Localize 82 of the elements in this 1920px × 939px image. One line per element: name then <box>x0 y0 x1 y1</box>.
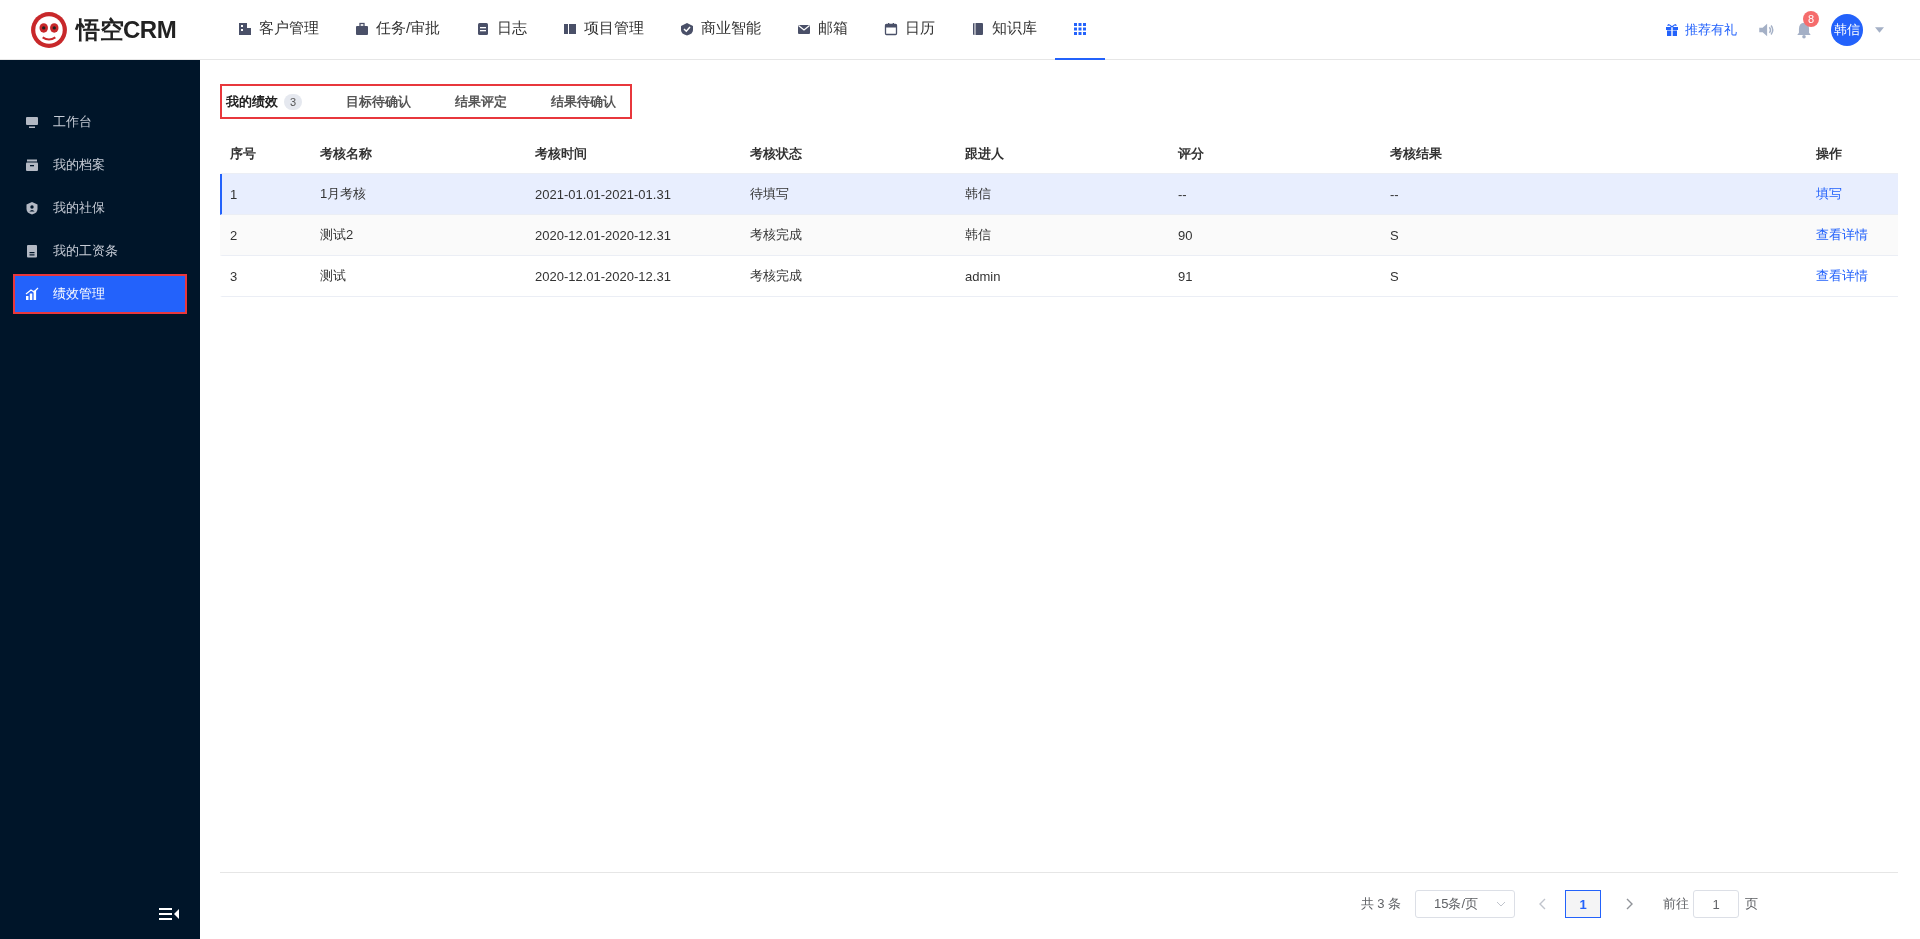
nav-tab[interactable]: 日志 <box>458 0 546 60</box>
table-cell-text: 考核完成 <box>749 226 803 244</box>
board-icon <box>563 21 578 36</box>
table-cell-text: 待填写 <box>749 185 790 203</box>
table-cell-text: 91 <box>1177 268 1194 284</box>
user-avatar[interactable]: 韩信 <box>1831 13 1863 46</box>
nav-tab[interactable]: 商业智能 <box>662 0 780 60</box>
table-cell-text: 韩信 <box>964 226 992 244</box>
bar-chart-icon <box>25 287 39 301</box>
nav-tab[interactable]: 任务/审批 <box>337 0 459 60</box>
column-header: 评分 <box>1177 145 1205 163</box>
tab[interactable]: 目标待确认 <box>342 92 416 111</box>
table-cell-text: 90 <box>1177 227 1194 243</box>
nav-tab[interactable]: 日历 <box>866 0 954 60</box>
building-icon <box>238 21 252 36</box>
nav-tab[interactable]: 邮箱 <box>779 0 867 60</box>
table-cell-text: 2 <box>229 227 239 243</box>
sidebar-item[interactable]: 我的社保 <box>13 188 187 228</box>
apps-grid-icon <box>1073 21 1088 36</box>
goto-label: 前往 <box>1663 895 1689 913</box>
column-header: 考核结果 <box>1389 145 1443 163</box>
action-link[interactable]: 查看详情 <box>1808 226 1898 244</box>
action-link[interactable]: 查看详情 <box>1808 267 1898 285</box>
table-row[interactable]: 3 测试 2020-12.01-2020-12.31 考核完成 admin 91 S 查看详情 <box>220 256 1898 297</box>
briefcase-icon <box>355 21 369 36</box>
column-header: 考核状态 <box>749 145 803 163</box>
table-cell-text: admin <box>964 268 1002 284</box>
column-header: 序号 <box>229 145 257 163</box>
nav-tab[interactable]: 知识库 <box>953 0 1056 60</box>
table-cell-text: 考核完成 <box>749 267 803 285</box>
chevron-down-icon <box>1496 901 1506 907</box>
monitor-icon <box>25 115 39 129</box>
action-link[interactable]: 填写 <box>1808 185 1898 203</box>
sidebar-item[interactable]: 绩效管理 <box>13 274 187 314</box>
nav-tab[interactable]: 客户管理 <box>220 0 337 60</box>
column-header: 考核名称 <box>319 145 373 163</box>
sidebar-item[interactable]: 工作台 <box>13 102 187 142</box>
table-cell-text: 韩信 <box>964 185 992 203</box>
sidebar-item[interactable]: 我的档案 <box>13 145 187 185</box>
tab[interactable]: 结果评定 <box>451 92 512 111</box>
gift-icon <box>1665 22 1679 37</box>
book-icon <box>971 21 986 36</box>
nav-tab[interactable]: 项目管理 <box>545 0 663 60</box>
tab[interactable]: 我的绩效 3 <box>222 92 307 111</box>
shield-person-icon <box>25 201 39 215</box>
caret-icon[interactable] <box>1875 26 1884 33</box>
shield-check-icon <box>680 21 695 36</box>
calendar-icon <box>884 21 899 36</box>
sidebar-item[interactable]: 我的工资条 <box>13 231 187 271</box>
logo-text: 悟空CRM <box>76 14 177 45</box>
table-cell-text: -- <box>1389 186 1400 202</box>
column-header: 操作 <box>1815 145 1843 163</box>
table-cell-text: 1月考核 <box>319 185 368 203</box>
referral-link[interactable]: 推荐有礼 <box>1665 20 1737 39</box>
page-button[interactable]: 1 <box>1565 890 1601 918</box>
table-cell-text: -- <box>1177 186 1188 202</box>
notification-count: 8 <box>1803 10 1820 27</box>
column-header: 跟进人 <box>964 145 1005 163</box>
page-size-select[interactable]: 15条/页 <box>1415 890 1515 918</box>
table-cell-text: 2020-12.01-2020-12.31 <box>534 268 672 284</box>
page-input[interactable]: 1 <box>1693 890 1739 918</box>
table-cell-text: 测试2 <box>319 226 355 244</box>
total-count: 共 3 条 <box>1360 895 1401 913</box>
table-cell-text: 1 <box>229 186 239 202</box>
previous-page-icon[interactable] <box>1539 898 1547 910</box>
archive-box-icon <box>25 158 39 172</box>
count-badge: 3 <box>284 93 303 110</box>
page-suffix: 页 <box>1745 895 1758 913</box>
table-cell-text: 2021-01.01-2021-01.31 <box>534 186 672 202</box>
column-header: 考核时间 <box>534 145 588 163</box>
collapse-menu-icon[interactable] <box>158 907 180 921</box>
document-icon <box>476 21 491 36</box>
table-cell-text: S <box>1389 227 1400 243</box>
tab[interactable]: 结果待确认 <box>547 92 621 111</box>
table-cell-text: 3 <box>229 268 239 284</box>
table-row[interactable]: 2 测试2 2020-12.01-2020-12.31 考核完成 韩信 90 S 查看详情 <box>220 215 1898 256</box>
next-page-icon[interactable] <box>1625 898 1633 910</box>
table-cell-text: 2020-12.01-2020-12.31 <box>534 227 672 243</box>
table-cell-text: 测试 <box>319 267 347 285</box>
table-cell-text: S <box>1389 268 1400 284</box>
payslip-icon <box>25 244 39 258</box>
table-row[interactable]: 1 1月考核 2021-01.01-2021-01.31 待填写 韩信 -- -- 填写 <box>220 174 1898 215</box>
